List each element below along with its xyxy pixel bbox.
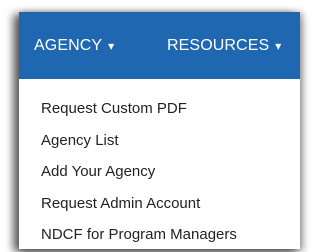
caret-down-icon: ▾: [275, 38, 282, 53]
menu-item-add-your-agency[interactable]: Add Your Agency: [19, 156, 300, 188]
menu-panel: AGENCY ▾ RESOURCES ▾ Request Custom PDF …: [19, 12, 300, 249]
menu-item-request-admin-account[interactable]: Request Admin Account: [19, 188, 300, 220]
agency-dropdown-menu: Request Custom PDF Agency List Add Your …: [19, 79, 300, 249]
nav-item-agency[interactable]: AGENCY ▾: [19, 12, 140, 79]
navbar: AGENCY ▾ RESOURCES ▾: [19, 12, 300, 79]
menu-item-agency-list[interactable]: Agency List: [19, 125, 300, 157]
menu-item-ndcf-for-program-managers[interactable]: NDCF for Program Managers: [19, 219, 300, 251]
nav-item-resources-label: RESOURCES: [167, 36, 270, 54]
caret-down-icon: ▾: [108, 38, 115, 53]
screenshot-stage: AGENCY ▾ RESOURCES ▾ Request Custom PDF …: [0, 0, 309, 252]
nav-item-agency-label: AGENCY: [34, 36, 103, 54]
menu-item-request-custom-pdf[interactable]: Request Custom PDF: [19, 93, 300, 125]
nav-item-resources[interactable]: RESOURCES ▾: [140, 12, 300, 79]
